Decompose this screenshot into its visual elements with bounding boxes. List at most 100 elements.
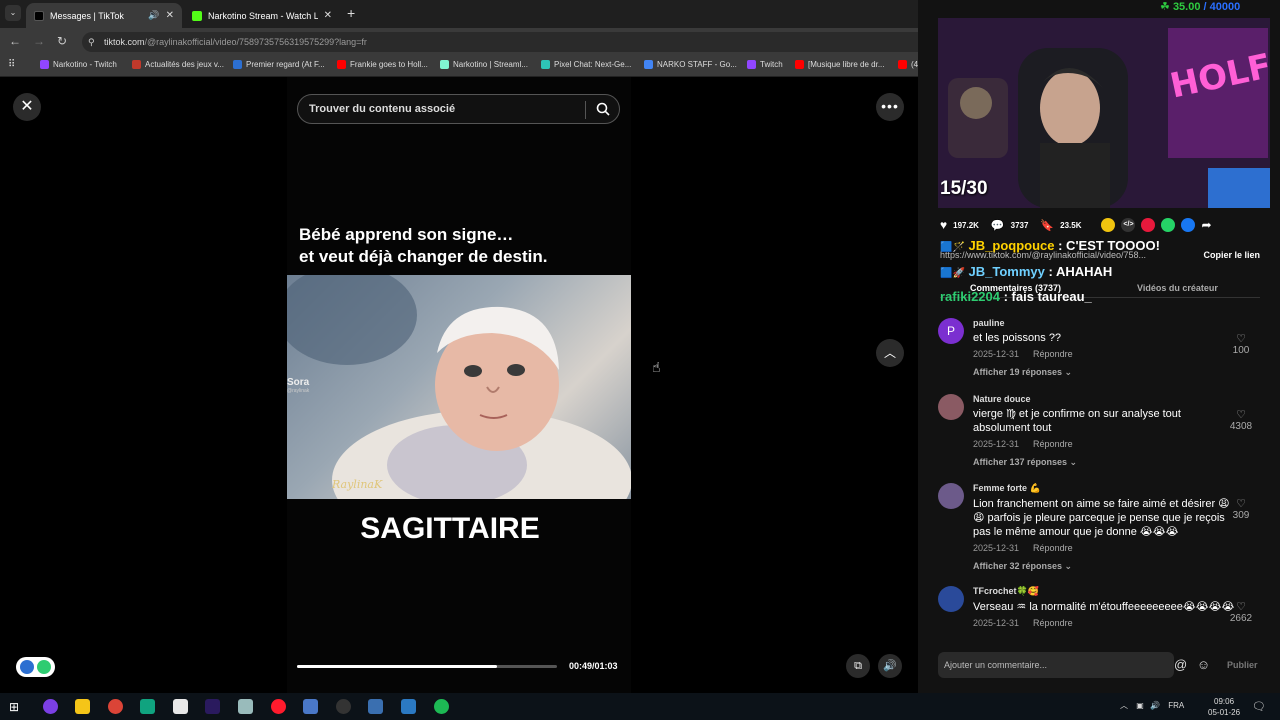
system-clock[interactable]: 09:06 05-01-26 (1208, 696, 1240, 718)
bookmark-item[interactable]: [Musique libre de dr... (795, 60, 884, 69)
comment-text: Verseau ♒ la normalité m'étouffeeeeeeeee… (973, 601, 1235, 613)
tab-label: Messages | TikTok (50, 10, 124, 21)
bookmark-item[interactable]: Frankie goes to Holl... (337, 60, 428, 69)
new-tab-button[interactable]: + (347, 5, 355, 21)
twitch-icon (747, 60, 756, 69)
premiere-icon[interactable] (205, 699, 220, 714)
reply-link[interactable]: Répondre (1033, 349, 1073, 359)
volume-tray-icon[interactable]: 🔊 (1150, 701, 1160, 710)
language-indicator[interactable]: FRA (1168, 701, 1184, 710)
volume-icon[interactable]: 🔊 (878, 654, 902, 678)
pixelchat-icon (541, 60, 550, 69)
copy-link-button[interactable]: Copier le lien (1203, 250, 1260, 260)
comment-like[interactable]: ♡ 4308 (1226, 408, 1256, 432)
app-icon[interactable] (238, 699, 253, 714)
apps-grid-icon[interactable]: ⠿ (8, 59, 15, 70)
comment-username[interactable]: pauline (973, 318, 1235, 328)
repost-icon[interactable] (1141, 218, 1156, 232)
notifications-icon[interactable]: 🗨 (1252, 700, 1266, 713)
heart-icon[interactable]: ♡ (1226, 600, 1256, 613)
twitch-icon (40, 60, 49, 69)
facebook-icon[interactable] (1181, 218, 1196, 232)
video-actions: ♥ 197.2K 💬 3737 🔖 23.5K </> ➦ (940, 216, 1212, 234)
close-viewer-button[interactable]: ✕ (13, 93, 41, 121)
previous-video-button[interactable]: ︿ (876, 339, 904, 367)
tab-creator-videos[interactable]: Vidéos du créateur (1137, 283, 1218, 293)
bookmark-item[interactable]: Actualités des jeux v... (132, 60, 224, 69)
app-icon[interactable] (401, 699, 416, 714)
show-replies-link[interactable]: Afficher 137 réponses ⌄ (973, 457, 1235, 468)
network-icon[interactable]: ▣ (1136, 701, 1144, 710)
comment-like[interactable]: ♡ 100 (1226, 332, 1256, 356)
heart-icon[interactable]: ♡ (1226, 497, 1256, 510)
reply-link[interactable]: Répondre (1033, 439, 1073, 449)
opera-icon[interactable] (271, 699, 286, 714)
speaker-icon[interactable]: 🔊 (148, 10, 159, 21)
bookmark-item[interactable]: Twitch (747, 60, 783, 69)
tab-list-chevron-icon[interactable]: ⌄ (5, 5, 21, 21)
close-tab-icon[interactable]: ✕ (166, 10, 174, 21)
url-bar[interactable]: ⚲ tiktok.com/@raylinakofficial/video/758… (82, 32, 942, 52)
avatar[interactable]: P (938, 318, 964, 344)
share-icon[interactable]: ➦ (1201, 218, 1211, 232)
heart-icon[interactable]: ♡ (1226, 332, 1256, 345)
avatar[interactable] (938, 586, 964, 612)
avatar[interactable] (938, 483, 964, 509)
close-tab-icon[interactable]: ✕ (324, 10, 332, 21)
show-replies-link[interactable]: Afficher 19 réponses ⌄ (973, 367, 1235, 378)
bookmark-icon[interactable]: 🔖 (1040, 219, 1054, 232)
windows-start-icon[interactable]: ⊞ (9, 700, 19, 714)
avatar[interactable] (938, 394, 964, 420)
tab-tiktok[interactable]: Messages | TikTok 🔊 ✕ (26, 3, 182, 28)
site-info-icon[interactable]: ⚲ (88, 32, 95, 52)
related-search-field[interactable]: Trouver du contenu associé (297, 94, 620, 124)
chatgpt-icon[interactable] (140, 699, 155, 714)
pip-icon[interactable]: ⧉ (846, 654, 870, 678)
comment-like[interactable]: ♡ 309 (1226, 497, 1256, 521)
app-icon[interactable] (303, 699, 318, 714)
reply-link[interactable]: Répondre (1033, 543, 1073, 553)
emoji-icon[interactable]: ☺ (1197, 657, 1210, 672)
chat-badges-icon: 🟦🚀 (940, 268, 965, 279)
comment-username[interactable]: Femme forte 💪 (973, 483, 1235, 494)
bookmark-item[interactable]: Pixel Chat: Next-Ge... (541, 60, 631, 69)
like-count: 197.2K (953, 220, 979, 230)
heart-icon[interactable]: ♡ (1226, 408, 1256, 421)
chrome-icon[interactable] (108, 699, 123, 714)
like-icon[interactable]: ♥ (940, 218, 947, 232)
reload-icon[interactable]: ↻ (57, 34, 67, 48)
comment-icon[interactable]: 💬 (991, 219, 1005, 232)
comment-like-count: 100 (1232, 345, 1250, 356)
bookmark-item[interactable]: Narkotino - Twitch (40, 60, 117, 69)
extension-badge[interactable] (16, 657, 55, 677)
reply-link[interactable]: Répondre (1033, 618, 1073, 628)
comment-username[interactable]: TFcrochet🍀🥰 (973, 586, 1235, 597)
obs-icon[interactable] (336, 699, 351, 714)
mention-icon[interactable]: @ (1174, 657, 1187, 672)
back-icon[interactable]: ← (9, 34, 21, 48)
app-icon[interactable] (173, 699, 188, 714)
publish-button[interactable]: Publier (1227, 660, 1258, 670)
spotify-icon[interactable] (434, 699, 449, 714)
more-options-button[interactable]: ••• (876, 93, 904, 121)
embed-icon[interactable]: </> (1121, 218, 1136, 232)
calculator-icon[interactable] (368, 699, 383, 714)
tray-chevron-icon[interactable]: ︿ (1120, 701, 1128, 710)
comment-like-count: 2662 (1229, 613, 1253, 624)
whatsapp-icon[interactable] (1161, 218, 1176, 232)
tab-narkotino[interactable]: Narkotino Stream - Watch Live ✕ (184, 3, 340, 28)
bookmark-item[interactable]: Premier regard (At F... (233, 60, 325, 69)
bookmark-item[interactable]: Narkotino | Streaml... (440, 60, 528, 69)
search-icon[interactable] (596, 102, 610, 116)
file-explorer-icon[interactable] (75, 699, 90, 714)
bookmark-item[interactable]: NARKO STAFF - Go... (644, 60, 737, 69)
creator-signature: RaylinaK (332, 478, 383, 491)
show-replies-link[interactable]: Afficher 32 réponses ⌄ (973, 561, 1235, 572)
forward-icon[interactable]: → (33, 34, 45, 48)
coin-icon[interactable] (1101, 218, 1116, 232)
comment-like[interactable]: ♡ 2662 (1226, 600, 1256, 624)
share-link-url: https://www.tiktok.com/@raylinakofficial… (940, 250, 1147, 260)
comment-input[interactable]: Ajouter un commentaire... (938, 652, 1174, 678)
chrome-app-icon[interactable] (43, 699, 58, 714)
comment-username[interactable]: Nature douce (973, 394, 1235, 404)
